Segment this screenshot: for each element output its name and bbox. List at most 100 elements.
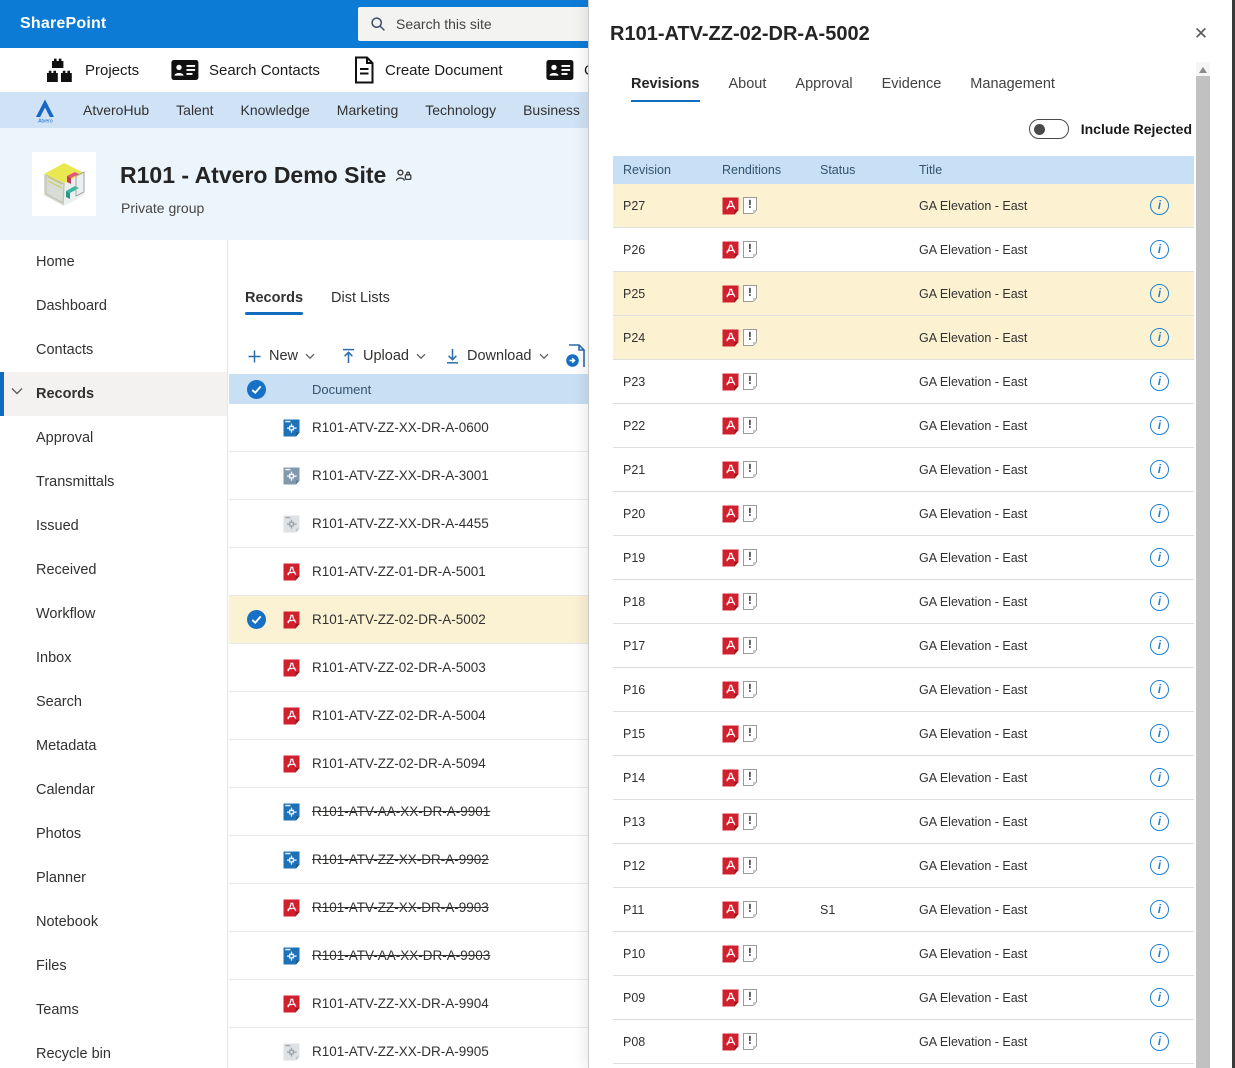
pdf-rendition-icon[interactable] bbox=[722, 945, 739, 963]
pdf-rendition-icon[interactable] bbox=[722, 989, 739, 1007]
pdf-rendition-icon[interactable] bbox=[722, 901, 739, 919]
document-row[interactable]: R101-ATV-ZZ-02-DR-A-5002 bbox=[229, 596, 588, 644]
revision-row[interactable]: P18GA Elevation - Easti bbox=[613, 580, 1194, 624]
document-row[interactable]: R101-ATV-ZZ-XX-DR-A-9902 bbox=[229, 836, 588, 884]
info-icon[interactable]: i bbox=[1150, 592, 1169, 611]
native-rendition-icon[interactable] bbox=[743, 725, 757, 742]
document-name[interactable]: R101-ATV-ZZ-XX-DR-A-3001 bbox=[312, 468, 489, 483]
native-rendition-icon[interactable] bbox=[743, 549, 757, 566]
revision-row[interactable]: P21GA Elevation - Easti bbox=[613, 448, 1194, 492]
upload-button[interactable]: Upload bbox=[341, 342, 426, 370]
revision-row[interactable]: P23GA Elevation - Easti bbox=[613, 360, 1194, 404]
sidebar-item-workflow[interactable]: Workflow bbox=[0, 592, 227, 636]
revision-row[interactable]: P12GA Elevation - Easti bbox=[613, 844, 1194, 888]
document-name[interactable]: R101-ATV-ZZ-XX-DR-A-9903 bbox=[312, 900, 489, 915]
revision-row[interactable]: P19GA Elevation - Easti bbox=[613, 536, 1194, 580]
sidebar-item-records[interactable]: Records bbox=[0, 372, 227, 416]
sidebar-item-inbox[interactable]: Inbox bbox=[0, 636, 227, 680]
document-row[interactable]: R101-ATV-ZZ-02-DR-A-5003 bbox=[229, 644, 588, 692]
pdf-rendition-icon[interactable] bbox=[722, 1033, 739, 1051]
info-icon[interactable]: i bbox=[1150, 1032, 1169, 1051]
document-name[interactable]: R101-ATV-ZZ-01-DR-A-5001 bbox=[312, 564, 486, 579]
document-name[interactable]: R101-ATV-ZZ-XX-DR-A-0600 bbox=[312, 420, 489, 435]
pdf-rendition-icon[interactable] bbox=[722, 241, 739, 259]
native-rendition-icon[interactable] bbox=[743, 681, 757, 698]
close-icon[interactable]: ✕ bbox=[1191, 24, 1211, 44]
nav-link-technology[interactable]: Technology bbox=[425, 102, 496, 118]
native-rendition-icon[interactable] bbox=[743, 197, 757, 214]
panel-scrollbar[interactable] bbox=[1196, 62, 1210, 1068]
pdf-rendition-icon[interactable] bbox=[722, 813, 739, 831]
document-row[interactable]: R101-ATV-ZZ-XX-DR-A-9904 bbox=[229, 980, 588, 1028]
pdf-rendition-icon[interactable] bbox=[722, 593, 739, 611]
native-rendition-icon[interactable] bbox=[743, 285, 757, 302]
document-name[interactable]: R101-ATV-ZZ-02-DR-A-5003 bbox=[312, 660, 486, 675]
revision-row[interactable]: P08GA Elevation - Easti bbox=[613, 1020, 1194, 1064]
column-header-revision[interactable]: Revision bbox=[623, 163, 722, 177]
pdf-rendition-icon[interactable] bbox=[722, 549, 739, 567]
revision-row[interactable]: P20GA Elevation - Easti bbox=[613, 492, 1194, 536]
sidebar-item-contacts[interactable]: Contacts bbox=[0, 328, 227, 372]
document-name[interactable]: R101-ATV-ZZ-02-DR-A-5002 bbox=[312, 612, 486, 627]
revision-row[interactable]: P25GA Elevation - Easti bbox=[613, 272, 1194, 316]
include-rejected-toggle[interactable] bbox=[1029, 119, 1069, 139]
revision-row[interactable]: P16GA Elevation - Easti bbox=[613, 668, 1194, 712]
revision-row[interactable]: P14GA Elevation - Easti bbox=[613, 756, 1194, 800]
promote-document-button[interactable] bbox=[563, 342, 588, 370]
pdf-rendition-icon[interactable] bbox=[722, 725, 739, 743]
document-name[interactable]: R101-ATV-ZZ-XX-DR-A-4455 bbox=[312, 516, 489, 531]
pdf-rendition-icon[interactable] bbox=[722, 637, 739, 655]
sidebar-item-files[interactable]: Files bbox=[0, 944, 227, 988]
pdf-rendition-icon[interactable] bbox=[722, 769, 739, 787]
tab-dist-lists[interactable]: Dist Lists bbox=[331, 290, 390, 315]
sidebar-item-calendar[interactable]: Calendar bbox=[0, 768, 227, 812]
tab-about[interactable]: About bbox=[729, 76, 767, 102]
native-rendition-icon[interactable] bbox=[743, 461, 757, 478]
info-icon[interactable]: i bbox=[1150, 636, 1169, 655]
pdf-rendition-icon[interactable] bbox=[722, 681, 739, 699]
tab-approval[interactable]: Approval bbox=[795, 76, 852, 102]
document-name[interactable]: R101-ATV-ZZ-02-DR-A-5094 bbox=[312, 756, 486, 771]
native-rendition-icon[interactable] bbox=[743, 769, 757, 786]
pdf-rendition-icon[interactable] bbox=[722, 329, 739, 347]
native-rendition-icon[interactable] bbox=[743, 505, 757, 522]
revision-row[interactable]: P24GA Elevation - Easti bbox=[613, 316, 1194, 360]
document-row[interactable]: R101-ATV-ZZ-XX-DR-A-9903 bbox=[229, 884, 588, 932]
nav-link-talent[interactable]: Talent bbox=[176, 102, 213, 118]
revision-row[interactable]: P27GA Elevation - Easti bbox=[613, 184, 1194, 228]
info-icon[interactable]: i bbox=[1150, 240, 1169, 259]
site-search[interactable] bbox=[358, 7, 596, 41]
pdf-rendition-icon[interactable] bbox=[722, 373, 739, 391]
revision-row[interactable]: P11S1GA Elevation - Easti bbox=[613, 888, 1194, 932]
pdf-rendition-icon[interactable] bbox=[722, 857, 739, 875]
revision-row[interactable]: P22GA Elevation - Easti bbox=[613, 404, 1194, 448]
info-icon[interactable]: i bbox=[1150, 900, 1169, 919]
document-row[interactable]: R101-ATV-AA-XX-DR-A-9903 bbox=[229, 932, 588, 980]
info-icon[interactable]: i bbox=[1150, 416, 1169, 435]
info-icon[interactable]: i bbox=[1150, 284, 1169, 303]
tab-evidence[interactable]: Evidence bbox=[882, 76, 942, 102]
native-rendition-icon[interactable] bbox=[743, 593, 757, 610]
sidebar-item-metadata[interactable]: Metadata bbox=[0, 724, 227, 768]
info-icon[interactable]: i bbox=[1150, 328, 1169, 347]
sidebar-item-recycle-bin[interactable]: Recycle bin bbox=[0, 1032, 227, 1068]
sidebar-item-issued[interactable]: Issued bbox=[0, 504, 227, 548]
create-contact-button[interactable]: Cr bbox=[545, 48, 588, 92]
revision-row[interactable]: P10GA Elevation - Easti bbox=[613, 932, 1194, 976]
tab-management[interactable]: Management bbox=[970, 76, 1055, 102]
info-icon[interactable]: i bbox=[1150, 196, 1169, 215]
column-header-document[interactable]: Document bbox=[312, 382, 371, 397]
scroll-up-arrow-icon[interactable] bbox=[1199, 67, 1207, 73]
native-rendition-icon[interactable] bbox=[743, 1033, 757, 1050]
info-icon[interactable]: i bbox=[1150, 724, 1169, 743]
document-row[interactable]: R101-ATV-ZZ-XX-DR-A-0600 bbox=[229, 404, 588, 452]
info-icon[interactable]: i bbox=[1150, 548, 1169, 567]
info-icon[interactable]: i bbox=[1150, 372, 1169, 391]
document-name[interactable]: R101-ATV-AA-XX-DR-A-9903 bbox=[312, 948, 490, 963]
revision-row[interactable]: P17GA Elevation - Easti bbox=[613, 624, 1194, 668]
revision-row[interactable]: P15GA Elevation - Easti bbox=[613, 712, 1194, 756]
revision-row[interactable]: P13GA Elevation - Easti bbox=[613, 800, 1194, 844]
column-header-renditions[interactable]: Renditions bbox=[722, 163, 820, 177]
native-rendition-icon[interactable] bbox=[743, 989, 757, 1006]
native-rendition-icon[interactable] bbox=[743, 241, 757, 258]
